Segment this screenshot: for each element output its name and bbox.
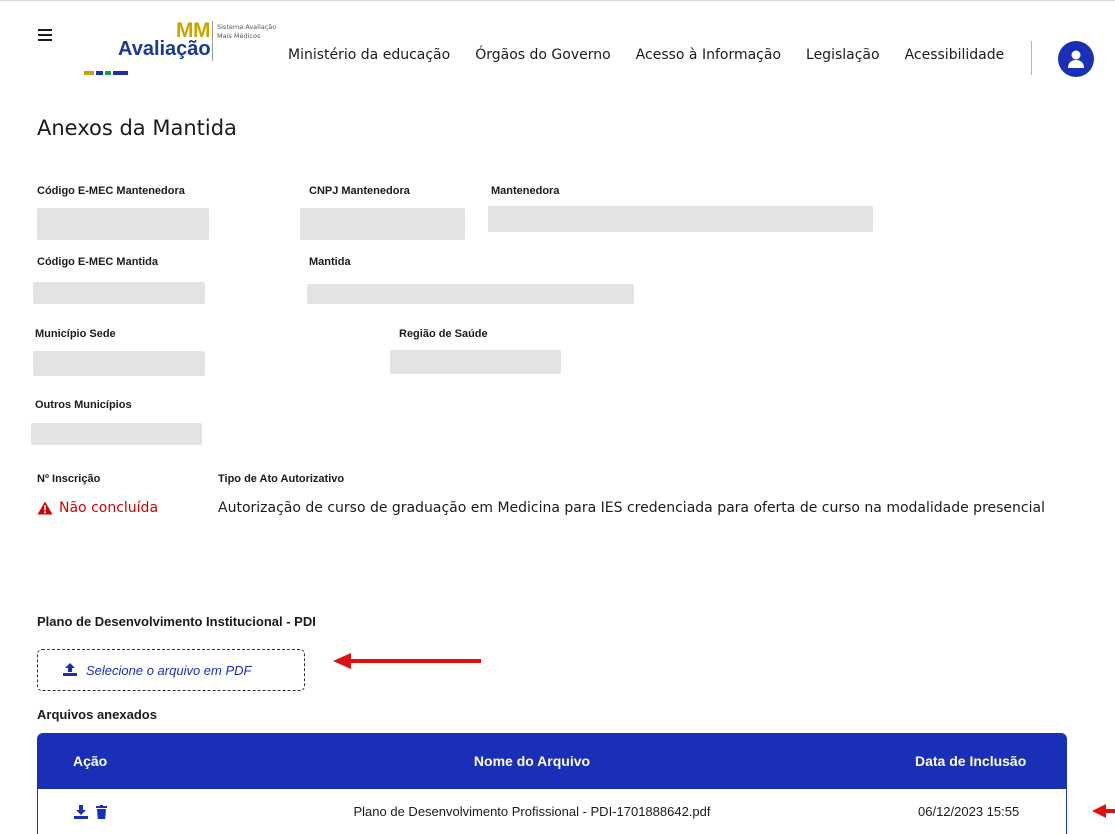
trash-icon[interactable] bbox=[96, 804, 107, 819]
mantenedora-field bbox=[488, 206, 873, 232]
logo[interactable]: MM Avaliação Sistema Avaliação Mais Médi… bbox=[84, 19, 284, 79]
tipo-ato-value: Autorização de curso de graduação em Med… bbox=[218, 500, 1045, 516]
label-mantida: Mantida bbox=[309, 256, 351, 268]
nav-link-acessibilidade[interactable]: Acessibilidade bbox=[905, 47, 1005, 63]
user-avatar[interactable] bbox=[1058, 41, 1094, 77]
warning-icon bbox=[37, 501, 53, 515]
upload-pdf-label: Selecione o arquivo em PDF bbox=[86, 662, 252, 678]
status-badge: Não concluída bbox=[37, 500, 158, 516]
upload-icon bbox=[63, 663, 77, 676]
outros-municipios-field bbox=[31, 423, 202, 445]
annotation-arrow bbox=[1092, 804, 1115, 818]
table-header: Ação Nome do Arquivo Data de Inclusão bbox=[37, 733, 1067, 789]
label-outros-municipios: Outros Municípios bbox=[35, 399, 132, 411]
logo-color-bar bbox=[84, 71, 128, 75]
attached-files-table: Ação Nome do Arquivo Data de Inclusão Pl… bbox=[37, 733, 1067, 834]
logo-subtitle: Sistema Avaliação Mais Médicos bbox=[217, 23, 277, 40]
label-inscricao: Nº Inscrição bbox=[37, 473, 101, 485]
status-text: Não concluída bbox=[59, 500, 159, 516]
row-actions bbox=[38, 804, 178, 819]
cnpj-mantenedora-field bbox=[300, 208, 465, 240]
nav-link-ministerio[interactable]: Ministério da educação bbox=[288, 47, 450, 63]
label-codigo-mantida: Código E-MEC Mantida bbox=[37, 256, 158, 268]
column-header-nome[interactable]: Nome do Arquivo bbox=[177, 753, 887, 769]
logo-name: Avaliação bbox=[118, 38, 211, 60]
download-icon[interactable] bbox=[74, 804, 88, 819]
attached-files-title: Arquivos anexados bbox=[37, 707, 157, 722]
file-name: Plano de Desenvolvimento Profissional - … bbox=[353, 804, 711, 819]
nav-link-acesso-informacao[interactable]: Acesso à Informação bbox=[636, 47, 781, 63]
pdi-section-title: Plano de Desenvolvimento Institucional -… bbox=[37, 614, 316, 629]
user-icon bbox=[1068, 50, 1084, 68]
municipio-sede-field bbox=[33, 351, 205, 376]
logo-divider bbox=[212, 21, 213, 61]
label-tipo-ato: Tipo de Ato Autorizativo bbox=[218, 473, 345, 485]
page-title: Anexos da Mantida bbox=[37, 116, 237, 140]
nav-divider bbox=[1031, 41, 1032, 75]
label-cnpj-mantenedora: CNPJ Mantenedora bbox=[309, 185, 410, 197]
label-codigo-mantenedora: Código E-MEC Mantenedora bbox=[37, 185, 185, 197]
file-date: 06/12/2023 15:55 bbox=[918, 804, 1020, 819]
nav-link-orgaos[interactable]: Órgãos do Governo bbox=[475, 47, 610, 63]
mantida-field bbox=[307, 284, 634, 304]
codigo-mantenedora-field bbox=[37, 208, 209, 240]
label-mantenedora: Mantenedora bbox=[491, 185, 560, 197]
site-header: MM Avaliação Sistema Avaliação Mais Médi… bbox=[0, 0, 1115, 96]
annotation-arrow bbox=[333, 653, 481, 669]
column-header-acao: Ação bbox=[73, 753, 108, 769]
label-municipio-sede: Município Sede bbox=[35, 328, 116, 340]
column-header-data[interactable]: Data de Inclusão bbox=[887, 753, 1067, 769]
table-row: Plano de Desenvolvimento Profissional - … bbox=[37, 789, 1067, 834]
upload-pdf-button[interactable]: Selecione o arquivo em PDF bbox=[37, 649, 305, 691]
label-regiao-saude: Região de Saúde bbox=[399, 328, 488, 340]
codigo-mantida-field bbox=[33, 282, 205, 304]
nav-link-legislacao[interactable]: Legislação bbox=[806, 47, 880, 63]
hamburger-menu-icon[interactable] bbox=[38, 25, 52, 45]
top-nav: Ministério da educação Órgãos do Governo… bbox=[288, 47, 1029, 63]
regiao-saude-field bbox=[390, 350, 561, 374]
